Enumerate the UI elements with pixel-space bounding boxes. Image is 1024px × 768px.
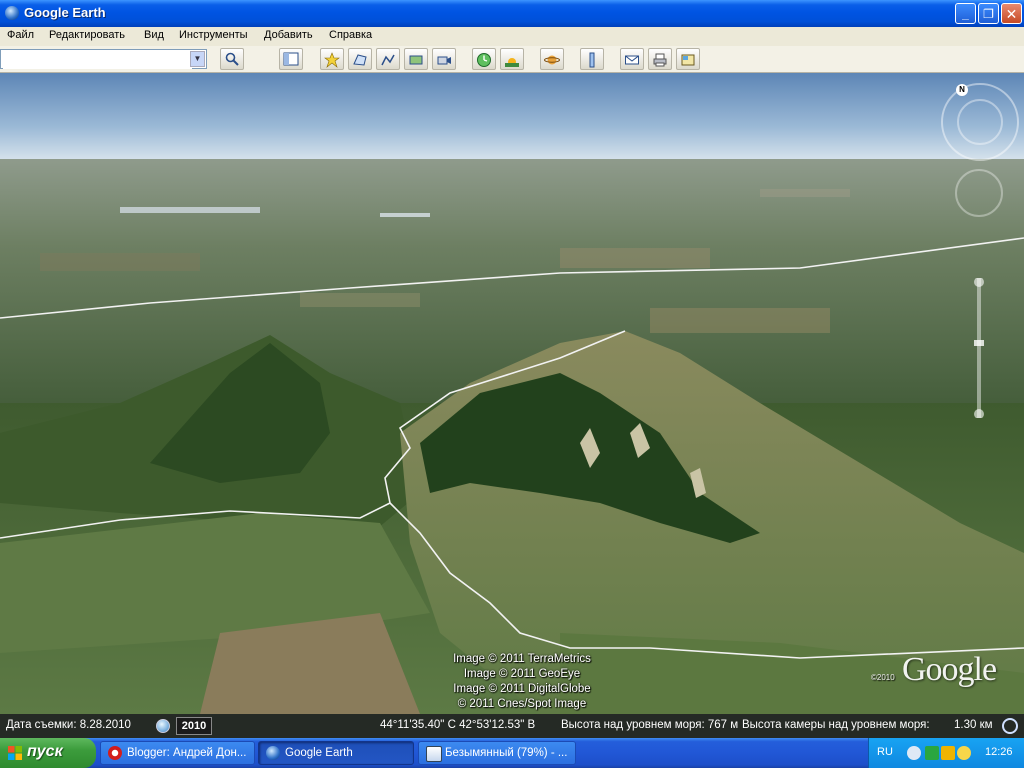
google-earth-icon <box>5 6 19 20</box>
system-tray: RU 12:26 <box>868 738 1024 768</box>
imagery-credits: Image © 2011 TerraMetrics Image © 2011 G… <box>398 652 646 712</box>
image-overlay-icon <box>409 55 423 65</box>
start-button[interactable]: пуск <box>0 738 96 768</box>
eye-altitude-label: Высота камеры над уровнем моря: <box>742 719 930 731</box>
navigation-look-joystick[interactable] <box>957 99 1003 145</box>
elevation-readout: Высота над уровнем моря: 767 м <box>561 719 739 731</box>
ruler-button[interactable] <box>580 48 604 70</box>
credit-line: Image © 2011 GeoEye <box>463 668 581 680</box>
imagery-date: Дата съемки: 8.28.2010 <box>6 719 131 731</box>
status-bar: Дата съемки: 8.28.2010 2010 44°11'35.40"… <box>0 714 1024 738</box>
view-in-maps-icon <box>681 54 695 66</box>
search-combobox[interactable]: ▼ <box>0 49 207 69</box>
credit-line: © 2011 Cnes/Spot Image <box>457 698 587 710</box>
placemark-icon <box>324 52 340 68</box>
opera-icon <box>108 746 122 760</box>
search-icon <box>225 52 239 66</box>
menu-file[interactable]: Файл <box>7 29 34 41</box>
sidebar-icon <box>283 52 299 66</box>
print-icon <box>653 53 667 67</box>
maximize-button[interactable]: ❐ <box>978 3 999 24</box>
zoom-slider[interactable] <box>973 278 985 418</box>
ruler-icon <box>589 52 595 68</box>
search-button[interactable] <box>220 48 244 70</box>
tray-app-icon[interactable] <box>941 746 955 760</box>
credit-line: Image © 2011 TerraMetrics <box>453 653 591 665</box>
sunlight-icon <box>505 58 519 67</box>
print-button[interactable] <box>648 48 672 70</box>
taskbar-item-image-editor[interactable]: Безымянный (79%) - ... <box>418 741 576 765</box>
polygon-icon <box>353 54 367 66</box>
minimize-button[interactable]: _ <box>955 3 976 24</box>
historical-imagery-icon <box>477 53 491 67</box>
start-label: пуск <box>27 743 63 760</box>
window-title: Google Earth <box>24 5 106 20</box>
search-input[interactable] <box>3 51 192 69</box>
record-tour-button[interactable] <box>432 48 456 70</box>
task-label: Blogger: Андрей Дон... <box>127 747 247 759</box>
add-polygon-button[interactable] <box>348 48 372 70</box>
back-arrow-icon[interactable] <box>907 746 921 760</box>
add-placemark-button[interactable] <box>320 48 344 70</box>
toolbar: ▼ <box>0 46 1024 73</box>
image-editor-icon <box>426 746 442 762</box>
record-tour-icon <box>437 56 451 65</box>
tray-app-icon[interactable] <box>925 746 939 760</box>
close-button[interactable]: ✕ <box>1001 3 1022 24</box>
menu-edit[interactable]: Редактировать <box>49 29 125 41</box>
streaming-progress-icon <box>1002 718 1018 734</box>
menu-add[interactable]: Добавить <box>264 29 313 41</box>
email-button[interactable] <box>620 48 644 70</box>
menu-tools[interactable]: Инструменты <box>179 29 248 41</box>
windows-taskbar: пуск Blogger: Андрей Дон... Google Earth… <box>0 738 1024 768</box>
eye-altitude-value: 1.30 км <box>954 719 993 731</box>
chevron-down-icon[interactable]: ▼ <box>190 51 205 67</box>
historical-imagery-button[interactable] <box>472 48 496 70</box>
sidebar-toggle-button[interactable] <box>279 48 303 70</box>
tray-app-icon[interactable] <box>957 746 971 760</box>
compass-north-marker[interactable]: N <box>956 84 968 96</box>
add-path-button[interactable] <box>376 48 400 70</box>
switch-planets-button[interactable] <box>540 48 564 70</box>
title-bar: Google Earth _ ❐ ✕ <box>0 0 1024 27</box>
task-label: Google Earth <box>285 747 353 759</box>
sunlight-button[interactable] <box>500 48 524 70</box>
windows-flag-icon <box>8 746 22 760</box>
credit-line: Image © 2011 DigitalGlobe <box>453 683 591 695</box>
menu-help[interactable]: Справка <box>329 29 372 41</box>
email-icon <box>625 55 639 65</box>
path-icon <box>381 54 395 66</box>
menu-view[interactable]: Вид <box>144 29 164 41</box>
pointer-coordinates: 44°11'35.40" С 42°53'12.53" В <box>380 719 536 731</box>
add-image-overlay-button[interactable] <box>404 48 428 70</box>
taskbar-item-google-earth[interactable]: Google Earth <box>258 741 414 765</box>
taskbar-item-blogger[interactable]: Blogger: Андрей Дон... <box>100 741 255 765</box>
task-label: Безымянный (79%) - ... <box>445 747 568 759</box>
navigation-move-joystick[interactable] <box>955 169 1003 217</box>
terrain-scene <box>0 73 1024 714</box>
logo-copyright: ©2010 <box>871 673 895 682</box>
google-earth-icon <box>266 746 280 760</box>
imagery-year-button[interactable]: 2010 <box>176 717 212 735</box>
view-in-maps-button[interactable] <box>676 48 700 70</box>
language-indicator[interactable]: RU <box>877 746 893 758</box>
planets-icon <box>544 55 560 65</box>
google-logo: Google <box>902 651 997 688</box>
earth-3d-view[interactable]: N Image © 2011 TerraMetrics Image © 2011… <box>0 73 1024 714</box>
menu-bar: Файл Редактировать Вид Инструменты Добав… <box>0 27 1024 46</box>
historical-imagery-icon[interactable] <box>156 719 170 733</box>
system-clock: 12:26 <box>985 746 1013 758</box>
